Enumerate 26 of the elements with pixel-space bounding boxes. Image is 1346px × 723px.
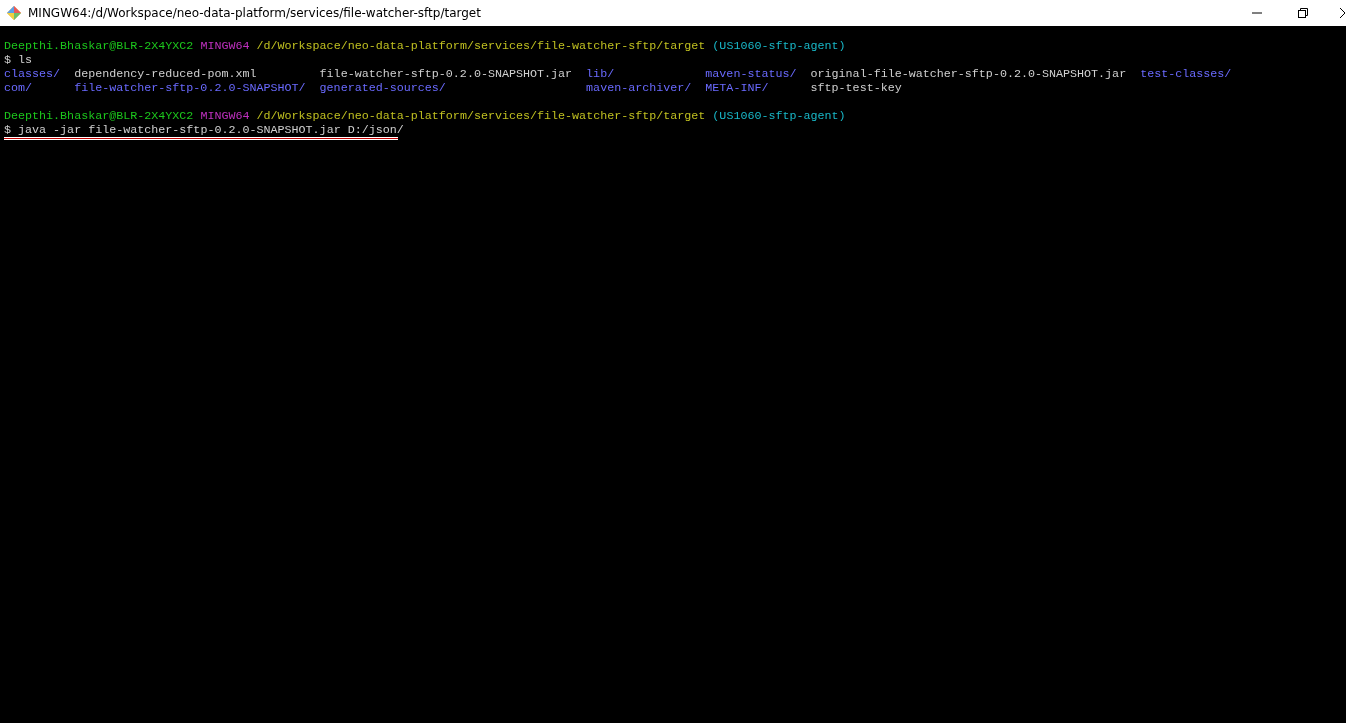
prompt-user-host: Deepthi.Bhaskar@BLR-2X4YXC2 [4, 109, 194, 123]
directory-name: META-INF/ [705, 81, 769, 95]
directory-name: maven-archiver/ [586, 81, 692, 95]
directory-name: test-classes/ [1140, 67, 1232, 81]
file-name: sftp-test-key [810, 81, 902, 95]
window-title: MINGW64:/d/Workspace/neo-data-platform/services/file-watcher-sftp/target [28, 6, 481, 20]
prompt-branch: (US1060-sftp-agent) [712, 39, 846, 53]
prompt-path: /d/Workspace/neo-data-platform/services/file-watcher-sftp/target [256, 109, 706, 123]
diamond-logo-icon [6, 5, 22, 21]
prompt-shell-name: MINGW64 [200, 39, 250, 53]
prompt-path: /d/Workspace/neo-data-platform/services/file-watcher-sftp/target [256, 39, 706, 53]
directory-name: file-watcher-sftp-0.2.0-SNAPSHOT/ [74, 81, 306, 95]
directory-name: com/ [4, 81, 33, 95]
prompt-branch: (US1060-sftp-agent) [712, 109, 846, 123]
command-line: $ ls [4, 53, 33, 67]
directory-name: maven-status/ [705, 67, 797, 81]
directory-name: generated-sources/ [319, 81, 446, 95]
directory-name: lib/ [586, 67, 615, 81]
command-line: $ java -jar file-watcher-sftp-0.2.0-SNAPSHOT.jar D:/json/ [4, 123, 404, 137]
directory-name: classes/ [4, 67, 61, 81]
file-name: dependency-reduced-pom.xml [74, 67, 257, 81]
file-name: original-file-watcher-sftp-0.2.0-SNAPSHOT.jar [810, 67, 1127, 81]
file-name: file-watcher-sftp-0.2.0-SNAPSHOT.jar [319, 67, 573, 81]
restore-icon [1297, 7, 1309, 19]
prompt-shell-name: MINGW64 [200, 109, 250, 123]
prompt-user-host: Deepthi.Bhaskar@BLR-2X4YXC2 [4, 39, 194, 53]
